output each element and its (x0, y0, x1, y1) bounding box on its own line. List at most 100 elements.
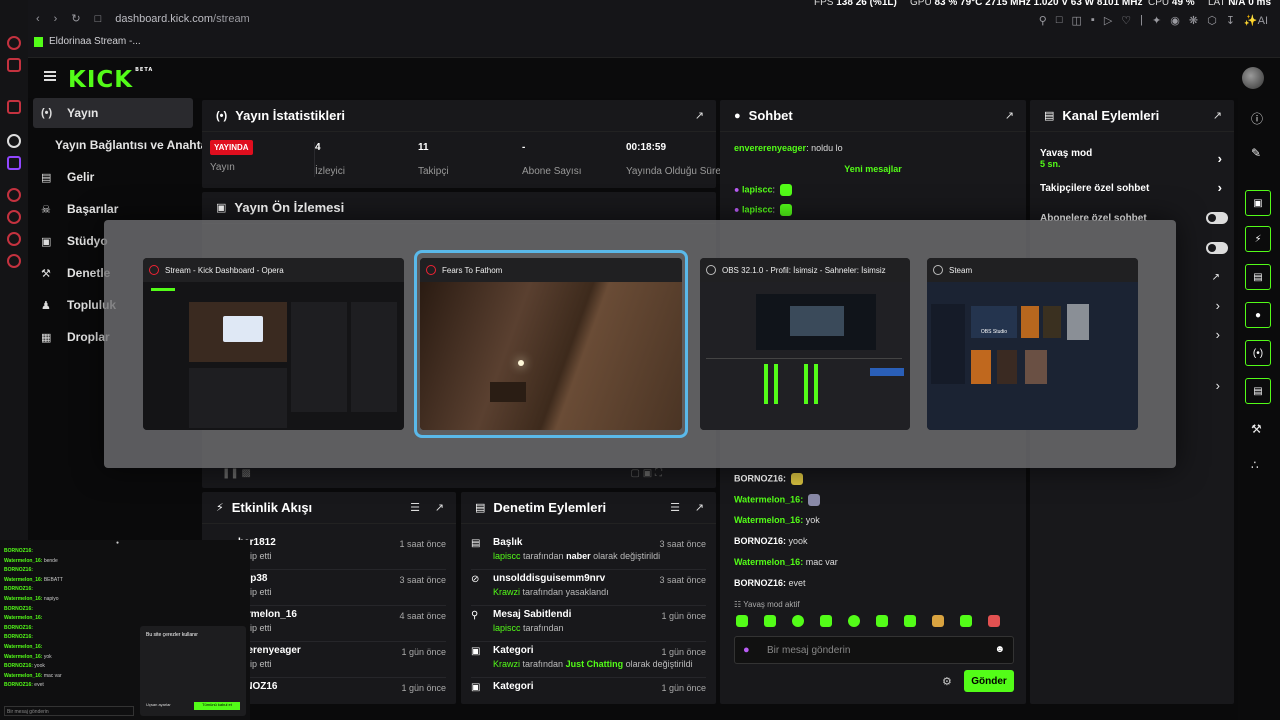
mini-chat-user: Watermelon_16: (4, 653, 43, 660)
broadcast-button[interactable]: (•) (1245, 340, 1271, 366)
emote-icon[interactable] (764, 615, 776, 627)
kick-logo[interactable]: KICK BETA (68, 67, 153, 93)
fullscreen-icon[interactable]: ▢ ▣ ⛶ (631, 468, 662, 479)
emote-icon[interactable] (960, 615, 972, 627)
filter-icon[interactable]: ☰ (670, 501, 680, 514)
chat-message: BORNOZ16: (734, 473, 803, 485)
history-icon[interactable] (7, 188, 21, 202)
emote-icon[interactable] (876, 615, 888, 627)
external-link-icon[interactable]: ↗ (1212, 272, 1220, 283)
emote-bar[interactable] (734, 615, 1014, 629)
slow-mode-action[interactable]: Yavaş mod 5 sn. › (1040, 148, 1224, 169)
cube-icon[interactable]: ⬡ (1207, 14, 1217, 27)
sidebar-item-stream-key[interactable]: Yayın Bağlantısı ve Anahtarı (55, 130, 215, 160)
reload-icon[interactable]: ↻ (71, 12, 80, 25)
info-icon[interactable]: ⓘ (1251, 110, 1263, 127)
mini-chat-user: BORNOZ16: (4, 624, 33, 631)
popout-icon[interactable]: ↗ (435, 501, 444, 514)
player-controls[interactable]: ❚❚ ▩ ▢ ▣ ⛶ (222, 468, 692, 486)
downloads-icon[interactable] (7, 232, 21, 246)
wand-icon[interactable]: ✦ (1152, 14, 1161, 27)
camera-icon[interactable]: ◉ (1170, 14, 1180, 27)
mini-chat-user: Watermelon_16: (4, 644, 43, 650)
emote-icon[interactable] (932, 615, 944, 627)
address-bar[interactable]: ‹ › ↻ □ dashboard.kick.com/stream (36, 12, 250, 26)
opera-icon[interactable] (7, 36, 21, 50)
window-fears-to-fathom[interactable]: Fears To Fathom (420, 258, 682, 430)
chat-button[interactable]: ● (1245, 302, 1271, 328)
scan-button[interactable]: ▣ (1245, 190, 1271, 216)
shield-icon[interactable]: ◫ (1072, 14, 1082, 27)
hamburger-menu-icon[interactable] (44, 71, 56, 81)
emote-icon (790, 473, 803, 485)
mini-chat-line: Watermelon_16: (4, 644, 42, 650)
emote-icon[interactable] (848, 615, 860, 627)
chat-message: Watermelon_16: mac var (734, 557, 838, 567)
pause-icon[interactable]: ❚❚ (222, 468, 239, 479)
emoji-icon[interactable]: ☻ (994, 644, 1005, 655)
pin-icon[interactable]: ⚲ (1039, 14, 1047, 27)
puzzle-icon[interactable]: ❋ (1189, 14, 1198, 27)
sidebar-item-gelir[interactable]: ▤ Gelir (33, 162, 193, 192)
subs-only-toggle[interactable] (1206, 212, 1228, 224)
window-steam[interactable]: Steam OBS Studio (927, 258, 1138, 430)
wrench-icon[interactable]: ⚒ (1251, 422, 1262, 436)
forward-icon[interactable]: › (54, 13, 58, 25)
chatgpt-icon[interactable] (7, 134, 21, 148)
pin-icon: ⚲ (471, 610, 479, 621)
pencil-icon[interactable]: ✎ (1251, 146, 1261, 160)
actions-button[interactable]: ▤ (1245, 378, 1271, 404)
download-icon[interactable]: ↧ (1226, 14, 1235, 27)
option-toggle[interactable] (1206, 242, 1228, 254)
emote-icon[interactable] (904, 615, 916, 627)
send-button[interactable]: Gönder (964, 670, 1014, 692)
emote-icon[interactable] (792, 615, 804, 627)
extension-icon[interactable]: ▪ (1091, 14, 1095, 27)
filter-icon[interactable]: ☰ (410, 501, 420, 514)
chat-input[interactable]: ● Bir mesaj gönderin ☻ (734, 636, 1014, 664)
snapshot-icon[interactable]: □ (1056, 14, 1063, 27)
mini-label: ● (116, 540, 120, 546)
window-opera[interactable]: Stream - Kick Dashboard - Opera (143, 258, 404, 430)
document-button[interactable]: ▤ (1245, 264, 1271, 290)
ai-icon[interactable]: ✨AI (1244, 14, 1268, 27)
emote-icon[interactable] (736, 615, 748, 627)
clock-icon[interactable] (7, 210, 21, 224)
mini-chat-line: BORNOZ16: yook (4, 663, 45, 669)
popout-icon[interactable]: ↗ (695, 501, 704, 514)
back-icon[interactable]: ‹ (36, 13, 40, 25)
url-text[interactable]: dashboard.kick.com/stream (115, 13, 250, 25)
chevron-right-icon[interactable]: › (1216, 327, 1220, 342)
window-obs[interactable]: OBS 32.1.0 - Profil: İsimsiz - Sahneler:… (700, 258, 910, 430)
lightning-button[interactable]: ⚡ (1245, 226, 1271, 252)
settings-icon[interactable]: ⚙ (942, 675, 952, 688)
messenger-icon[interactable] (7, 100, 21, 114)
emote-icon[interactable] (988, 615, 1000, 627)
popout-icon[interactable]: ↗ (1005, 109, 1014, 122)
mini-chat-line: BORNOZ16: (4, 548, 33, 554)
mini-chat-user: BORNOZ16: (4, 605, 33, 612)
sidebar-item-yayin[interactable]: (•) Yayın (33, 98, 193, 128)
mini-chat-input[interactable]: Bir mesaj gönderin (4, 706, 134, 716)
chevron-right-icon[interactable]: › (1216, 298, 1220, 313)
mini-chat-line: Watermelon_16: BEBATT (4, 577, 63, 583)
settings-icon[interactable] (7, 254, 21, 268)
accept-button[interactable]: Tümünü kabul et (194, 702, 240, 710)
mic-icon[interactable]: ● (743, 644, 750, 656)
avatar[interactable] (1242, 67, 1264, 89)
popout-icon[interactable]: ↗ (1213, 109, 1222, 122)
emote-icon[interactable] (820, 615, 832, 627)
briefcase-icon[interactable] (7, 58, 21, 72)
heart-icon[interactable]: ♡ (1121, 14, 1131, 27)
followers-only-action[interactable]: Takipçilere özel sohbet › (1040, 180, 1224, 195)
dots-icon[interactable]: ∴ (1251, 458, 1259, 472)
chevron-right-icon[interactable]: › (1216, 378, 1220, 393)
reject-button[interactable]: Uçsan ayarlar (146, 702, 186, 710)
play-icon[interactable]: ▷ (1104, 14, 1112, 27)
popout-icon[interactable]: ↗ (695, 109, 704, 122)
twitch-icon[interactable] (7, 156, 21, 170)
volume-icon[interactable]: ▩ (242, 468, 251, 479)
browser-tab[interactable]: Eldorinaa Stream -... (34, 36, 141, 47)
right-rail: ⓘ ✎ ▣ ⚡ ▤ ● (•) ▤ ⚒ ∴ (1238, 98, 1280, 720)
fps-readout: FPS 138 26 (%1L) (814, 0, 897, 8)
